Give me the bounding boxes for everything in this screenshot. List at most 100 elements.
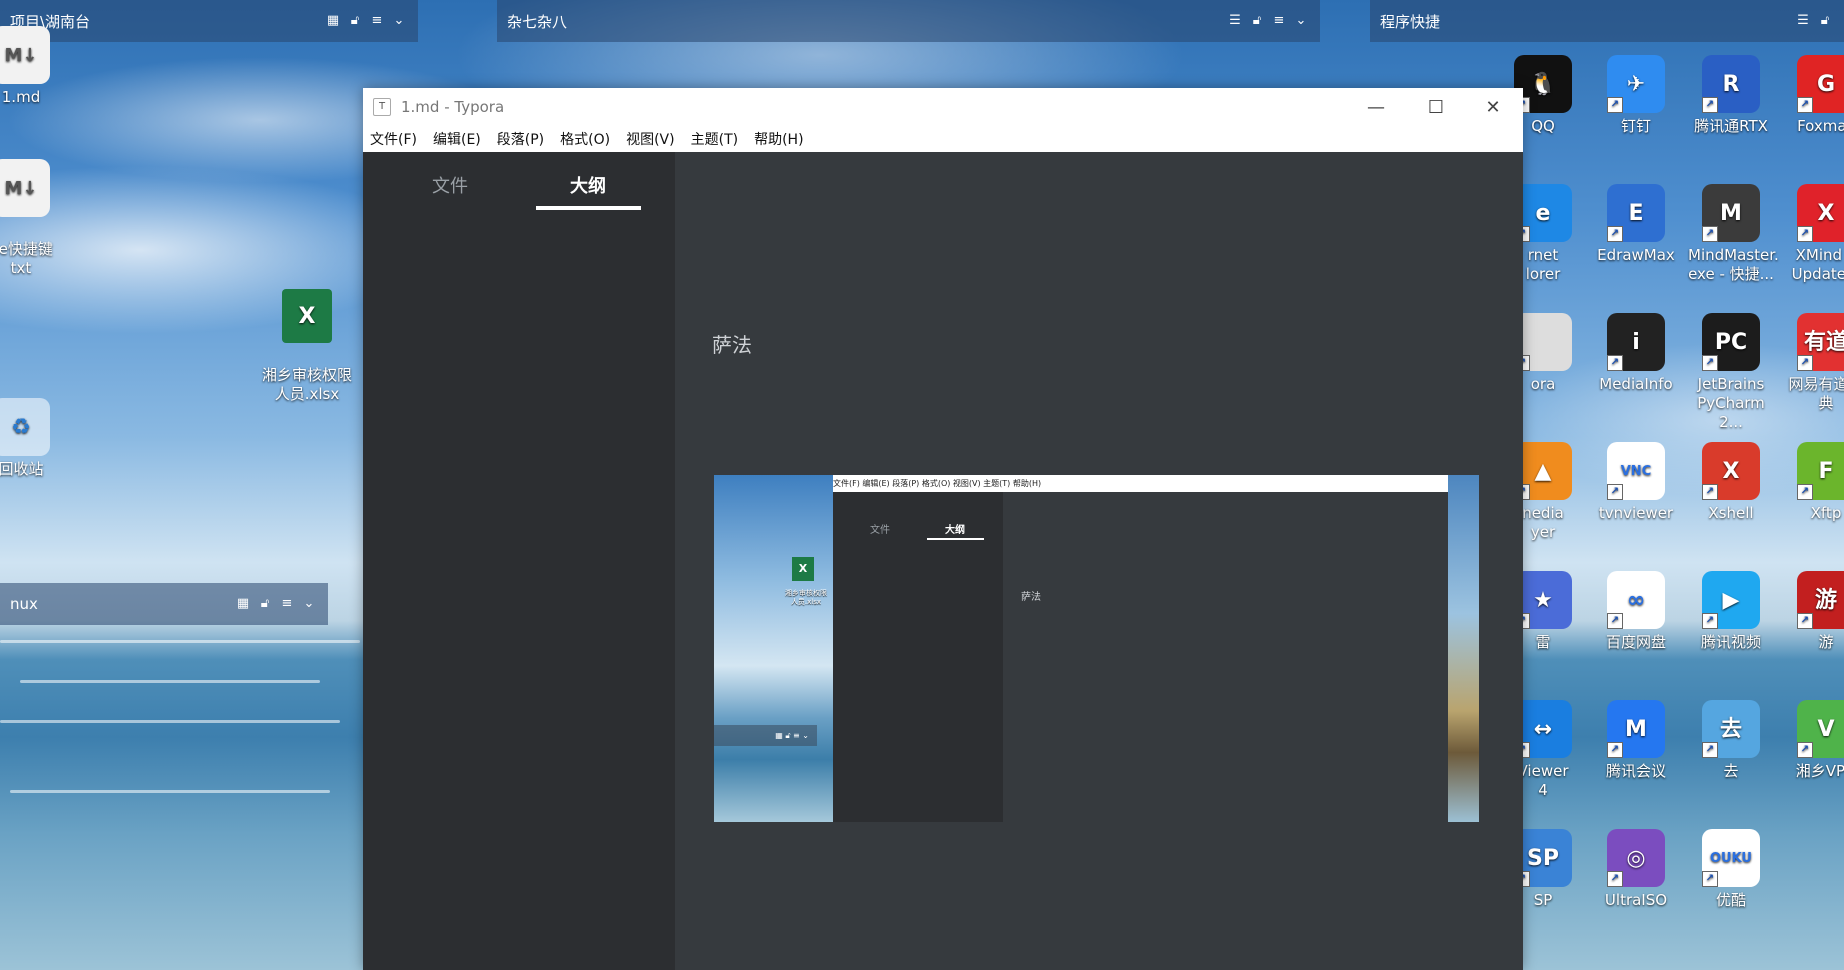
title-bar[interactable]: T 1.md - Typora — ☐ ✕ (363, 88, 1523, 126)
app-icon: 游 ↗ (1797, 571, 1844, 629)
desktop-shortcut[interactable]: i ↗ MediaInfo (1593, 313, 1679, 394)
desktop-shortcut[interactable]: OUKU ↗ 优酷 (1688, 829, 1774, 910)
desktop-icon-label: JetBrains PyCharm 2... (1697, 375, 1765, 431)
fence-misc[interactable]: 杂七杂八 ☰ 🔓︎ ≡ ⌄ (497, 0, 1320, 42)
desktop-icon-label: 网易有道词典 (1788, 375, 1844, 412)
list-icon[interactable]: ☰ (1228, 14, 1242, 28)
document-heading[interactable]: 萨法 (712, 329, 752, 358)
chevron-down-icon[interactable]: ⌄ (1294, 14, 1308, 28)
sea-wave (10, 790, 330, 793)
app-icon: ◎ ↗ (1607, 829, 1665, 887)
desktop-icon-label: QQ (1531, 117, 1555, 135)
shortcut-arrow-icon: ↗ (1607, 97, 1623, 113)
unlock-icon[interactable]: 🔓︎ (348, 14, 362, 28)
desktop-icon-label: Xshell (1708, 504, 1754, 522)
desktop-shortcut[interactable]: ◎ ↗ UltraISO (1593, 829, 1679, 910)
embedded-screenshot-image[interactable]: X 湘乡审核权限 人员.xlsx ▦ 🔓︎ ≡ ⌄ 文件(F) 编辑(E) 段落… (714, 475, 1479, 822)
desktop-shortcut[interactable]: M ↗ 腾讯会议 (1593, 700, 1679, 781)
desktop-icon-label: Viewer 4 (1517, 762, 1569, 799)
menu-icon[interactable]: ≡ (370, 14, 384, 28)
desktop-icon-label: 雷 (1535, 633, 1551, 651)
desktop-icon-label: 湘乡VPN (1795, 762, 1844, 780)
desktop-icon-label: 去 (1723, 762, 1739, 780)
desktop-icon-txt[interactable]: M↓ pe快捷键 txt (0, 140, 64, 278)
grid-icon[interactable]: ▦ (236, 597, 250, 611)
app-icon: M ↗ (1702, 184, 1760, 242)
desktop-icon-recycle-bin[interactable]: ♻ 回收站 (0, 398, 64, 479)
menu-edit[interactable]: 编辑(E) (433, 129, 481, 149)
desktop-shortcut[interactable]: VNC ↗ tvnviewer (1593, 442, 1679, 523)
markdown-icon: M↓ (0, 159, 50, 217)
desktop-shortcut[interactable]: PC ↗ JetBrains PyCharm 2... (1688, 313, 1774, 432)
unlock-icon[interactable]: 🔓︎ (258, 597, 272, 611)
shortcut-arrow-icon: ↗ (1797, 97, 1813, 113)
desktop-icon-label: 回收站 (0, 460, 44, 478)
desktop-shortcut[interactable]: F ↗ Xftp (1783, 442, 1844, 523)
chevron-down-icon[interactable]: ⌄ (392, 14, 406, 28)
desktop-shortcut[interactable]: X ↗ Xshell (1688, 442, 1774, 523)
desktop-shortcut[interactable]: 游 ↗ 游 (1783, 571, 1844, 652)
minimize-button[interactable]: — (1346, 88, 1406, 126)
menu-theme[interactable]: 主题(T) (691, 129, 738, 149)
shortcut-arrow-icon: ↗ (1607, 355, 1623, 371)
unlock-icon[interactable]: 🔓︎ (1250, 14, 1264, 28)
desktop-shortcut[interactable]: ▶ ↗ 腾讯视频 (1688, 571, 1774, 652)
grid-icon[interactable]: ▦ (326, 14, 340, 28)
desktop-shortcut[interactable]: G↗ Foxmail (1783, 55, 1844, 136)
app-icon: M ↗ (1607, 700, 1665, 758)
desktop-icon-1md[interactable]: M↓ 1.md (0, 26, 64, 107)
menu-icon[interactable]: ≡ (280, 597, 294, 611)
desktop-shortcut[interactable]: ✈ ↗ 钉钉 (1593, 55, 1679, 136)
desktop-icon-label: Foxmail (1797, 117, 1844, 135)
desktop-icon-label: 百度网盘 (1605, 633, 1666, 651)
tab-files[interactable]: 文件 (432, 172, 468, 198)
menu-help[interactable]: 帮助(H) (754, 129, 803, 149)
window-title: 1.md - Typora (401, 98, 505, 116)
desktop-shortcut[interactable]: E ↗ EdrawMax (1593, 184, 1679, 265)
unlock-icon[interactable]: 🔓︎ (1818, 14, 1832, 28)
shortcut-arrow-icon: ↗ (1797, 355, 1813, 371)
desktop-shortcut[interactable]: 有道↗ 网易有道词典 (1783, 313, 1844, 413)
desktop-icon-label: 钉钉 (1620, 117, 1651, 135)
menu-format[interactable]: 格式(O) (560, 129, 610, 149)
menu-view[interactable]: 视图(V) (626, 129, 675, 149)
desktop-icon-label: 游 (1818, 633, 1834, 651)
desktop-icon-label: 优酷 (1715, 891, 1746, 909)
embedded-tab-files: 文件 (870, 525, 890, 536)
menu-file[interactable]: 文件(F) (370, 129, 417, 149)
excel-icon: X (792, 557, 814, 581)
app-icon: 有道 ↗ (1797, 313, 1844, 371)
shortcut-arrow-icon: ↗ (1702, 355, 1718, 371)
desktop-shortcut[interactable]: ∞ ↗ 百度网盘 (1593, 571, 1679, 652)
list-icon[interactable]: ☰ (1796, 14, 1810, 28)
menu-icon[interactable]: ≡ (1272, 14, 1286, 28)
embedded-fence: ▦ 🔓︎ ≡ ⌄ (714, 725, 817, 746)
app-icon: ∞ ↗ (1607, 571, 1665, 629)
embedded-desktop-file-label: 湘乡审核权限 人员.xlsx (785, 589, 827, 606)
desktop-shortcut[interactable]: M ↗ MindMaster. exe - 快捷... (1688, 184, 1779, 284)
fence-title: 杂七杂八 (507, 12, 568, 31)
shortcut-arrow-icon: ↗ (1797, 613, 1813, 629)
desktop-shortcut[interactable]: X↗ XMind 8 Update 8 (1783, 184, 1844, 284)
editor-area[interactable]: 萨法 X 湘乡审核权限 人员.xlsx ▦ 🔓︎ ≡ ⌄ 文件(F) 编辑(E)… (675, 152, 1523, 970)
sea-wave (0, 640, 360, 643)
embedded-wallpaper-strip (1448, 475, 1479, 822)
tab-outline[interactable]: 大纲 (570, 172, 606, 198)
close-button[interactable]: ✕ (1463, 88, 1523, 126)
shortcut-arrow-icon: ↗ (1797, 484, 1813, 500)
desktop-shortcut[interactable]: V↗ 湘乡VPN (1783, 700, 1844, 781)
desktop-icon-label: tvnviewer (1598, 504, 1674, 522)
desktop-icon-label: 腾讯视频 (1700, 633, 1761, 651)
desktop-shortcut[interactable]: R ↗ 腾讯通RTX (1688, 55, 1774, 136)
app-icon: E ↗ (1607, 184, 1665, 242)
fence-programs[interactable]: 程序快捷 ☰ 🔓︎ (1370, 0, 1844, 42)
menu-paragraph[interactable]: 段落(P) (497, 129, 544, 149)
maximize-button[interactable]: ☐ (1406, 88, 1466, 126)
desktop-shortcut[interactable]: 去 ↗ 去 (1688, 700, 1774, 781)
typora-window[interactable]: T 1.md - Typora — ☐ ✕ 文件(F) 编辑(E) 段落(P) … (363, 88, 1523, 970)
desktop-icon-xlsx[interactable]: X 湘乡审核权限 人员.xlsx (257, 270, 357, 404)
chevron-down-icon[interactable]: ⌄ (302, 597, 316, 611)
desktop-icon-label: UltraISO (1604, 891, 1668, 909)
fence-linux[interactable]: nux ▦ 🔓︎ ≡ ⌄ (0, 583, 328, 625)
app-icon: VNC ↗ (1607, 442, 1665, 500)
